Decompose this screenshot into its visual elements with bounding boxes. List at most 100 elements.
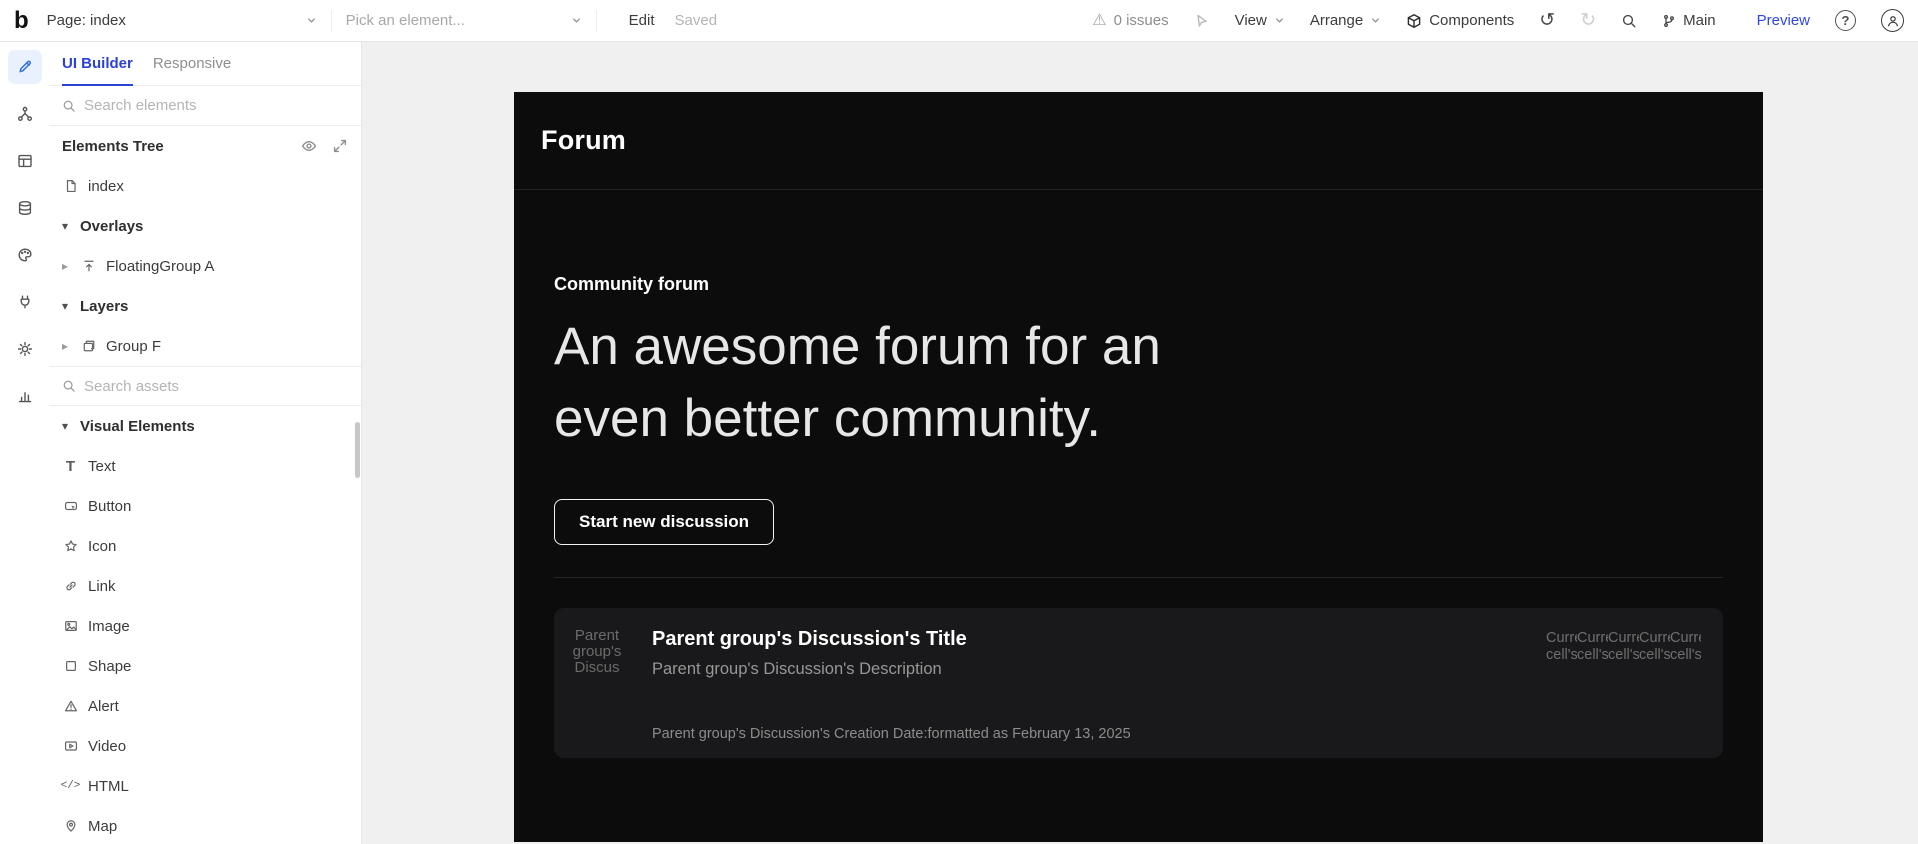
chevron-down-icon[interactable]: ▾ (62, 299, 80, 313)
element-item-alert[interactable]: Alert (49, 686, 361, 726)
element-item-text[interactable]: T Text (49, 446, 361, 486)
tree-section-layers[interactable]: ▾ Layers (49, 286, 361, 326)
chevron-down-icon[interactable]: ▾ (62, 419, 80, 433)
palette-icon (18, 248, 31, 262)
expand-diagonal-icon[interactable] (332, 138, 348, 154)
button-icon (64, 501, 77, 511)
hero-eyebrow[interactable]: Community forum (554, 274, 1723, 295)
search-assets-input[interactable] (84, 377, 348, 395)
discussion-date[interactable]: Parent group's Discussion's Creation Dat… (652, 726, 1546, 742)
map-pin-icon (66, 820, 75, 832)
avatar-placeholder[interactable]: Current cell's (1546, 630, 1577, 666)
chevron-down-icon[interactable]: ▾ (62, 219, 80, 233)
tab-ui-builder[interactable]: UI Builder (62, 42, 133, 86)
floating-group-icon (83, 260, 94, 272)
cursor-tool-icon[interactable] (1194, 13, 1210, 29)
discussion-text-block: Parent group's Discussion's Title Parent… (652, 628, 1546, 742)
discussion-title[interactable]: Parent group's Discussion's Title (652, 628, 1546, 651)
page-file-icon (66, 179, 76, 193)
issues-count-label: 0 issues (1113, 12, 1169, 29)
element-picker[interactable]: Pick an element... (338, 0, 590, 41)
element-item-video[interactable]: Video (49, 726, 361, 766)
element-item-image[interactable]: Image (49, 606, 361, 646)
page-preview-header[interactable]: Forum (514, 92, 1763, 190)
tree-section-label: Layers (80, 297, 129, 315)
element-item-label: Alert (88, 697, 119, 715)
rail-item-data[interactable] (8, 191, 42, 225)
text-icon: T (65, 457, 76, 475)
forum-title[interactable]: Forum (541, 125, 626, 156)
chevron-right-icon[interactable]: ▸ (62, 339, 80, 353)
user-avatar[interactable] (1881, 9, 1904, 32)
view-menu[interactable]: View (1235, 12, 1285, 29)
html-code-icon: </> (60, 780, 81, 792)
search-assets-row (49, 366, 361, 406)
help-icon[interactable]: ? (1835, 10, 1856, 31)
bar-chart-icon (18, 392, 31, 403)
chevron-right-icon[interactable]: ▸ (62, 259, 80, 273)
page-selector-label: Page: index (46, 12, 126, 29)
element-item-button[interactable]: Button (49, 486, 361, 526)
visual-elements-header[interactable]: ▾ Visual Elements (49, 406, 361, 446)
issues-indicator[interactable]: ⚠ 0 issues (1092, 12, 1168, 29)
tree-item-group-f[interactable]: ▸ Group F (49, 326, 361, 366)
preview-button[interactable]: Preview (1757, 12, 1810, 29)
tree-item-index[interactable]: index (49, 166, 361, 206)
undo-icon[interactable]: ↺ (1539, 11, 1555, 30)
discussion-card[interactable]: Parent group's Discus Parent group's Dis… (554, 608, 1723, 759)
branch-label: Main (1683, 12, 1716, 29)
page-preview[interactable]: Forum Community forum An awesome forum f… (514, 92, 1763, 842)
save-status: Saved (674, 12, 718, 29)
rail-item-workflows[interactable] (8, 97, 42, 131)
arrange-menu[interactable]: Arrange (1310, 12, 1381, 29)
discussion-avatars[interactable]: Current cell's Current cell's Current ce… (1546, 630, 1701, 742)
components-button[interactable]: Components (1406, 12, 1514, 29)
avatar-placeholder[interactable]: Current cell's (1608, 630, 1639, 666)
topbar: b Page: index Pick an element... Edit Sa… (0, 0, 1918, 42)
bubble-logo[interactable]: b (14, 8, 29, 33)
page-selector[interactable]: Page: index (39, 0, 325, 41)
rail-item-plugins[interactable] (8, 285, 42, 319)
edit-mode-label[interactable]: Edit (629, 12, 655, 29)
warning-icon: ⚠ (1092, 11, 1107, 29)
redo-icon[interactable]: ↻ (1580, 11, 1596, 30)
hero-section: Community forum An awesome forum for an … (514, 274, 1763, 759)
chevron-down-icon (307, 18, 315, 23)
eye-icon[interactable] (301, 138, 317, 154)
search-icon (63, 100, 75, 112)
avatar-placeholder[interactable]: Current cell's (1639, 630, 1670, 666)
element-item-label: Shape (88, 657, 132, 675)
search-elements-input[interactable] (84, 97, 348, 114)
search-icon[interactable] (1621, 13, 1637, 29)
tree-section-overlays[interactable]: ▾ Overlays (49, 206, 361, 246)
discussion-description[interactable]: Parent group's Discussion's Description (652, 660, 1546, 679)
hero-heading[interactable]: An awesome forum for an even better comm… (554, 311, 1234, 455)
start-discussion-button[interactable]: Start new discussion (554, 499, 775, 546)
rail-item-settings[interactable] (8, 332, 42, 366)
element-picker-placeholder: Pick an element... (345, 12, 465, 29)
person-icon (1887, 15, 1898, 26)
discussion-image-placeholder[interactable]: Parent group's Discus (568, 628, 626, 692)
rail-item-styles[interactable] (8, 238, 42, 272)
rail-item-layout[interactable] (8, 144, 42, 178)
element-item-link[interactable]: Link (49, 566, 361, 606)
element-item-html[interactable]: </> HTML (49, 766, 361, 806)
avatar-placeholder[interactable]: Current cell's (1670, 630, 1701, 666)
element-item-label: Image (88, 617, 130, 635)
tree-item-floatinggroup[interactable]: ▸ FloatingGroup A (49, 246, 361, 286)
element-item-label: Button (88, 497, 132, 515)
components-cube-icon (1407, 13, 1421, 28)
panel-scrollbar[interactable] (355, 422, 360, 478)
branch-selector[interactable]: Main (1662, 12, 1716, 29)
separator (330, 9, 332, 32)
element-item-icon[interactable]: Icon (49, 526, 361, 566)
visual-elements-title: Visual Elements (80, 417, 195, 435)
element-item-map[interactable]: Map (49, 806, 361, 844)
rail-item-ui-builder[interactable] (7, 50, 42, 84)
rail-item-logs[interactable] (8, 379, 42, 413)
alert-triangle-icon (64, 700, 77, 712)
tab-responsive[interactable]: Responsive (153, 42, 231, 85)
canvas[interactable]: Forum Community forum An awesome forum f… (362, 42, 1918, 844)
avatar-placeholder[interactable]: Current cell's (1577, 630, 1608, 666)
element-item-shape[interactable]: Shape (49, 646, 361, 686)
